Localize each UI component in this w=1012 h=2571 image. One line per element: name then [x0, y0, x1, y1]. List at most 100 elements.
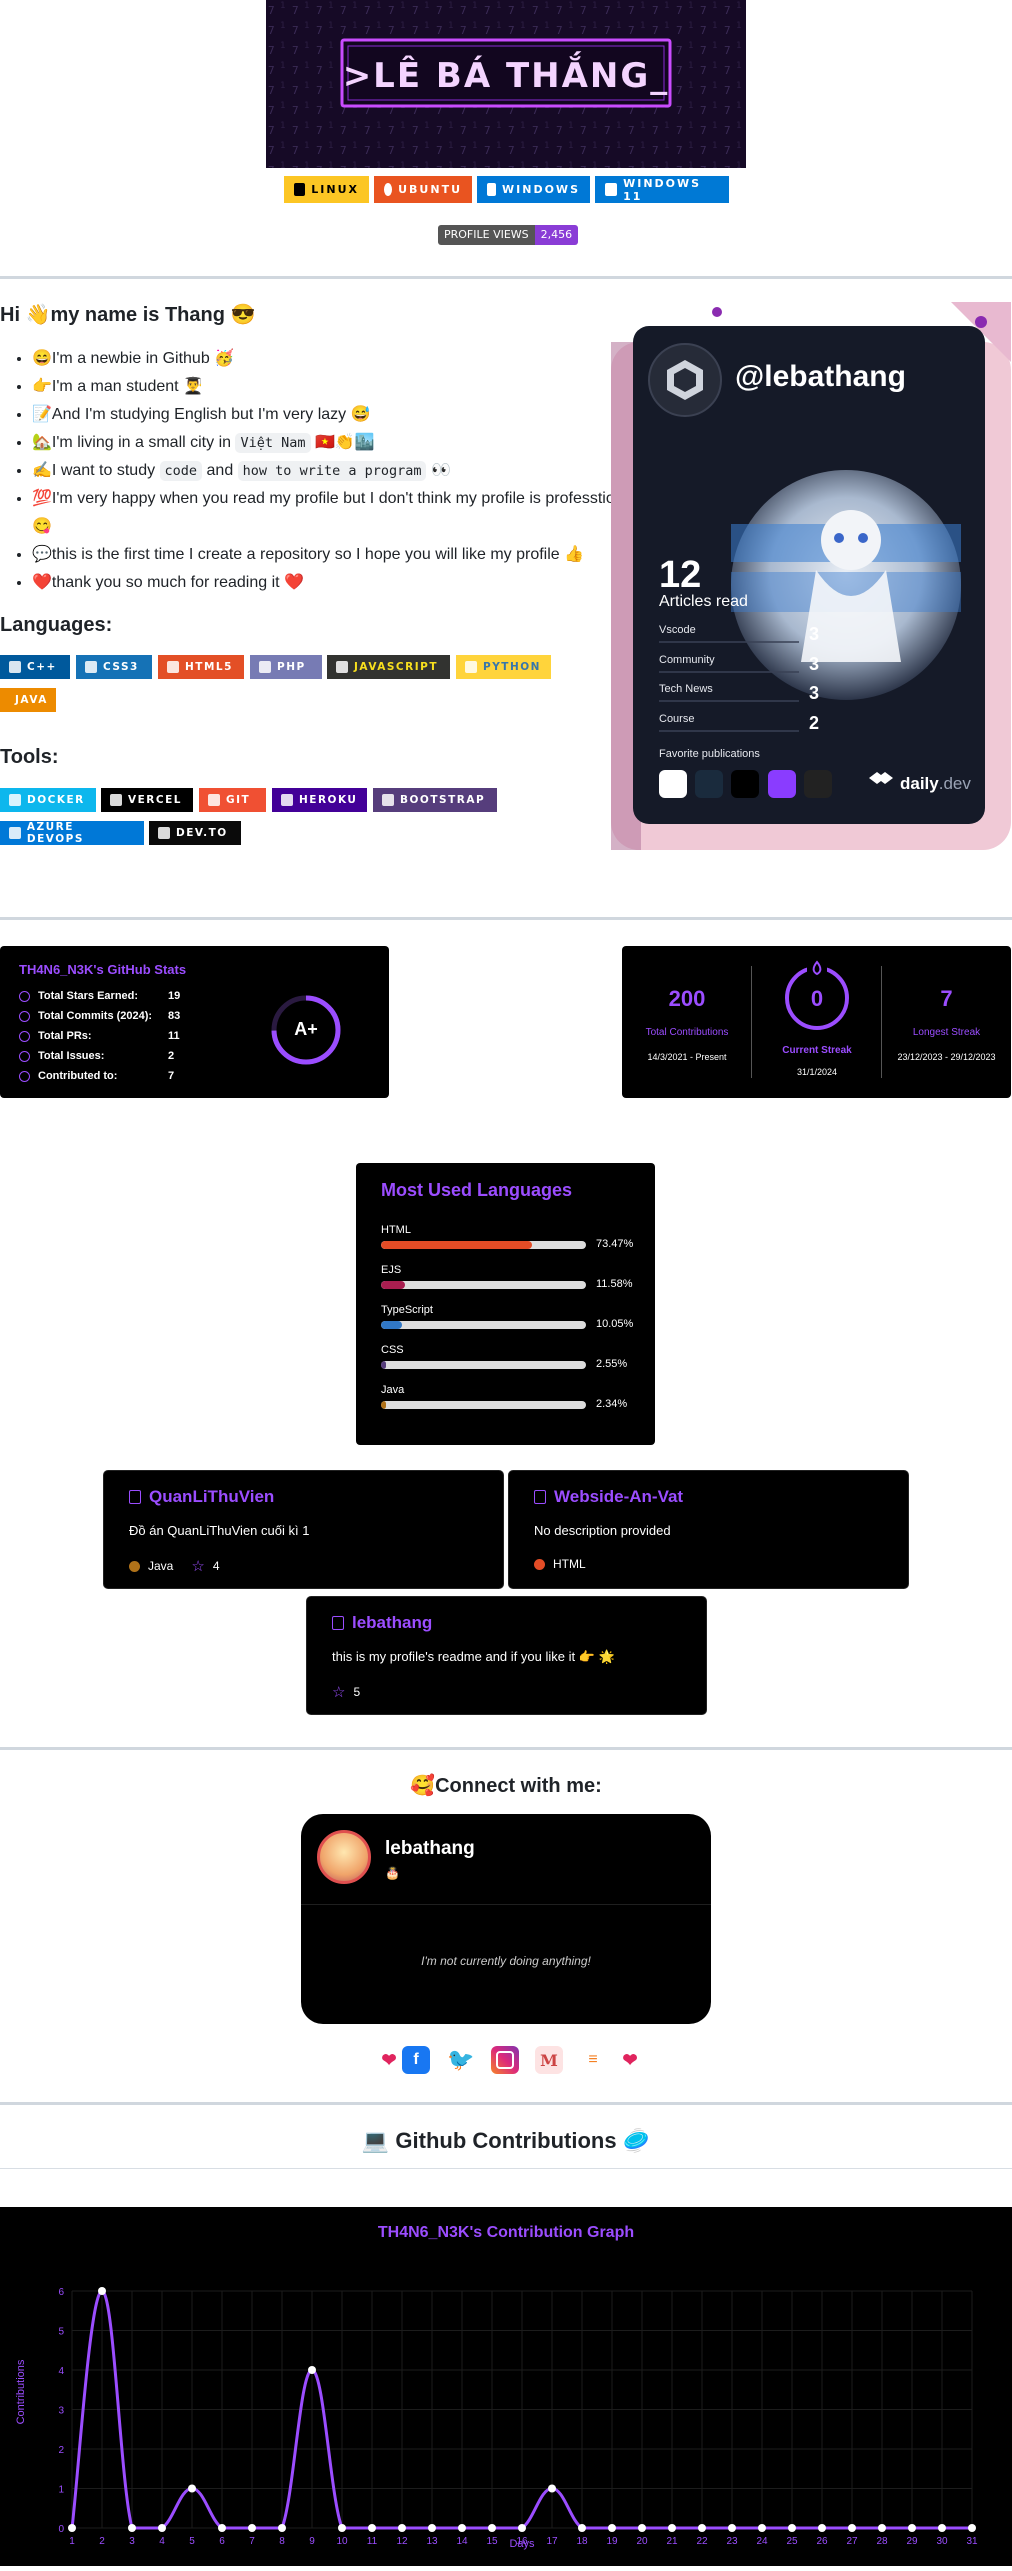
stat-row: Total Issues: 2	[19, 1046, 180, 1066]
data-point	[368, 2524, 376, 2532]
data-point	[608, 2524, 616, 2532]
medium-icon[interactable]: M	[535, 2046, 563, 2074]
language-badge-php[interactable]: PHP	[250, 655, 322, 679]
language-bar	[381, 1361, 586, 1369]
x-tick-label: 31	[966, 2536, 978, 2547]
language-row: CSS 2.55%	[381, 1340, 661, 1370]
language-percent: 2.55%	[596, 1358, 628, 1370]
stackoverflow-icon[interactable]: ≡	[579, 2046, 607, 2074]
language-badge-html5[interactable]: HTML5	[158, 655, 244, 679]
badge-label: HTML5	[185, 661, 233, 673]
divider	[301, 1904, 711, 1905]
badge-label: HEROKU	[299, 794, 358, 806]
discord-activity: I'm not currently doing anything!	[421, 1954, 591, 1968]
tool-badge-docker[interactable]: DOCKER	[0, 788, 96, 812]
header-banner: 7 1 >LÊ BÁ THẮNG_	[266, 0, 746, 168]
x-tick-label: 17	[546, 2536, 558, 2547]
daily-stat-value: 3	[809, 654, 820, 674]
list-item: 💯I'm very happy when you read my profile…	[32, 485, 632, 541]
badge-label: VERCEL	[128, 794, 182, 806]
language-badge-javascript[interactable]: JAVASCRIPT	[327, 655, 450, 679]
windows-icon	[605, 183, 618, 196]
profile-views-badge: PROFILE VIEWS 2,456	[438, 225, 579, 245]
daily-stat-label: Course	[659, 713, 695, 725]
daily-dev-logo: daily.dev	[900, 774, 971, 793]
language-percent: 10.05%	[596, 1318, 634, 1330]
chart-ticks: 01234561 2 3 4 5 6 7 8 9 10 11 12 13 14 15 16 17 18 19 20 21…	[58, 2287, 978, 2547]
language-badge-c-[interactable]: C++	[0, 655, 70, 679]
x-tick-label: 24	[756, 2536, 768, 2547]
discord-presence-card: lebathang 🎂 I'm not currently doing anyt…	[301, 1814, 711, 2024]
heart-icon: ❤	[622, 2049, 638, 2070]
badge-linux[interactable]: LINUX	[284, 176, 369, 203]
data-point	[248, 2524, 256, 2532]
tool-badge-azure-devops[interactable]: AZURE DEVOPS	[0, 821, 144, 845]
repo-card-lebathang[interactable]: lebathang this is my profile's readme an…	[306, 1596, 707, 1715]
data-point	[188, 2484, 196, 2493]
x-tick-label: 7	[249, 2536, 255, 2547]
tux-icon	[294, 183, 306, 196]
badge-label: BOOTSTRAP	[400, 794, 486, 806]
x-tick-label: 16	[516, 2536, 528, 2547]
tool-badge-bootstrap[interactable]: BOOTSTRAP	[373, 788, 497, 812]
repo-card-quanlithuvien[interactable]: QuanLiThuVien Đồ án QuanLiThuVien cuối k…	[103, 1470, 504, 1589]
tool-badge-dev-to[interactable]: DEV.TO	[149, 821, 241, 845]
tool-badge-vercel[interactable]: VERCEL	[101, 788, 193, 812]
y-tick-label: 6	[58, 2287, 64, 2298]
language-percent: 11.58%	[596, 1278, 633, 1290]
language-badge-java[interactable]: JAVA	[0, 688, 56, 712]
data-point	[938, 2524, 946, 2532]
x-tick-label: 19	[606, 2536, 618, 2547]
language-percent: 2.34%	[596, 1398, 628, 1410]
instagram-icon[interactable]	[491, 2046, 519, 2074]
x-tick-label: 30	[936, 2536, 948, 2547]
badge-label: DEV.TO	[176, 827, 228, 839]
badge-label: C++	[27, 661, 57, 673]
vercel-icon	[110, 794, 122, 806]
language-bar-fill	[381, 1361, 387, 1369]
x-tick-label: 25	[786, 2536, 798, 2547]
language-badge-css3[interactable]: CSS3	[76, 655, 152, 679]
data-point	[848, 2524, 856, 2532]
repo-card-webside-an-vat[interactable]: Webside-An-Vat No description provided H…	[508, 1470, 909, 1589]
badge-ubuntu[interactable]: UBUNTU	[374, 176, 472, 203]
divider	[0, 2168, 1012, 2169]
current-streak-range: 31/1/2024	[796, 1067, 838, 1077]
tool-badge-git[interactable]: GIT	[199, 788, 266, 812]
data-point	[578, 2524, 586, 2532]
badge-windows[interactable]: WINDOWS	[477, 176, 590, 203]
tool-badge-heroku[interactable]: HEROKU	[272, 788, 367, 812]
star-icon: ☆	[191, 1558, 205, 1575]
c--icon	[9, 661, 21, 673]
language-badge-python[interactable]: PYTHON	[456, 655, 551, 679]
badge-windows-11[interactable]: WINDOWS 11	[595, 176, 729, 203]
data-point	[428, 2524, 436, 2532]
languages-heading: Languages:	[0, 614, 113, 636]
x-tick-label: 20	[636, 2536, 648, 2547]
repo-name[interactable]: lebathang	[352, 1613, 432, 1633]
badge-label: PHP	[277, 661, 306, 673]
divider	[0, 1747, 1012, 1750]
daily-dev-card[interactable]: @lebathang 12 Articles read Vscode 3 Com…	[611, 302, 1011, 850]
badge-label: JAVA	[15, 694, 48, 706]
language-row: Java 2.34%	[381, 1380, 661, 1410]
star-icon: ☆	[332, 1684, 346, 1701]
repo-name[interactable]: QuanLiThuVien	[149, 1487, 274, 1507]
stat-row: Total PRs: 11	[19, 1026, 180, 1046]
avatar	[317, 1830, 371, 1884]
repo-name[interactable]: Webside-An-Vat	[554, 1487, 683, 1507]
x-tick-label: 15	[486, 2536, 498, 2547]
data-point	[878, 2524, 886, 2532]
facebook-icon[interactable]: f	[402, 2046, 430, 2074]
data-point	[758, 2524, 766, 2532]
total-contributions-label: Total Contributions	[645, 1027, 729, 1038]
x-tick-label: 23	[726, 2536, 738, 2547]
language-name: HTML	[381, 1224, 411, 1236]
php-icon	[259, 661, 271, 673]
list-item: ✍️I want to study code and how to write …	[32, 457, 632, 485]
data-point	[308, 2366, 316, 2374]
stat-row: Total Commits (2024): 83	[19, 1006, 180, 1026]
list-item: 😄I'm a newbie in Github 🥳	[32, 345, 632, 373]
divider	[0, 2102, 1012, 2105]
twitter-icon[interactable]: 🐦	[447, 2046, 475, 2074]
